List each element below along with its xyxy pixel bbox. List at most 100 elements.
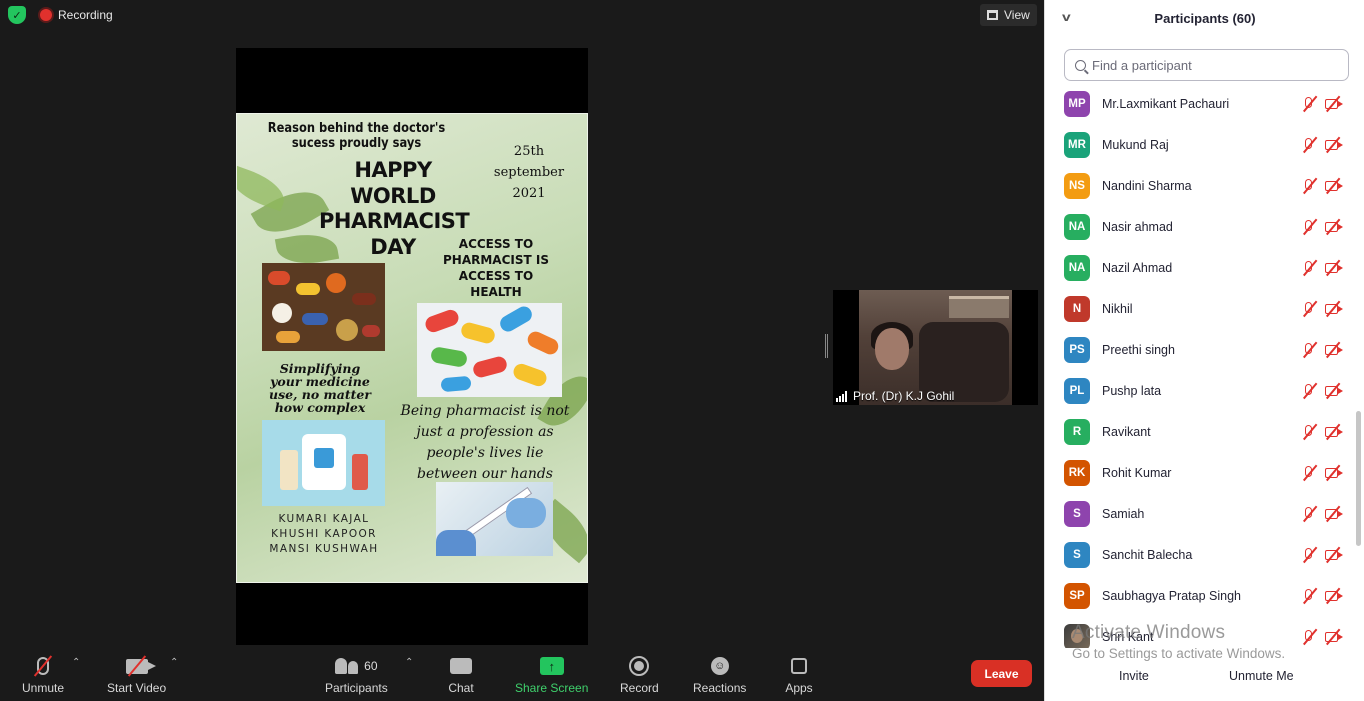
participant-row[interactable]: S Sanchit Balecha — [1045, 534, 1351, 575]
poster-author: KHUSHI KAPOOR — [271, 528, 377, 540]
participants-panel: v Participants (60) MP Mr.Laxmikant Pacha… — [1044, 0, 1364, 701]
participants-list[interactable]: MP Mr.Laxmikant Pachauri MR Mukund Raj NS Nan… — [1045, 83, 1351, 648]
reactions-button[interactable]: ☺ Reactions — [693, 653, 746, 695]
grid-view-icon — [987, 10, 998, 20]
participant-row[interactable]: NA Nazil Ahmad — [1045, 247, 1351, 288]
meeting-stage: ✓ Recording View Reason behind the docto… — [0, 0, 1044, 701]
collapse-chevron-icon[interactable]: v — [1062, 10, 1071, 24]
participant-avatar — [1064, 623, 1090, 648]
participant-row[interactable]: MR Mukund Raj — [1045, 124, 1351, 165]
signal-strength-icon — [836, 390, 847, 402]
poster-headline-line: WORLD — [350, 183, 436, 208]
muted-microphone-icon — [1301, 587, 1318, 604]
muted-microphone-icon — [1301, 505, 1318, 522]
share-screen-label: Share Screen — [515, 681, 589, 695]
participants-label: Participants — [325, 681, 388, 695]
chat-button[interactable]: Chat — [448, 653, 474, 695]
encryption-shield-icon[interactable]: ✓ — [8, 6, 26, 24]
participants-icon — [335, 658, 359, 674]
participant-avatar: MP — [1064, 90, 1090, 117]
participant-name: Nandini Sharma — [1102, 178, 1192, 193]
person-face — [875, 328, 909, 370]
participant-avatar: R — [1064, 418, 1090, 445]
pharmacist-day-poster: Reason behind the doctor's sucess proudl… — [236, 113, 588, 583]
participant-search-input[interactable] — [1092, 57, 1332, 73]
video-options-chevron-icon[interactable]: ⌃ — [170, 657, 178, 668]
participants-panel-title: Participants (60) — [1154, 10, 1256, 26]
video-off-icon — [1324, 546, 1344, 563]
participant-row[interactable]: NA Nasir ahmad — [1045, 206, 1351, 247]
participant-row[interactable]: N Nikhil — [1045, 288, 1351, 329]
poster-simplify-text: Simplifying your medicine use, no matter… — [261, 362, 379, 414]
participant-row[interactable]: Shri Kant — [1045, 616, 1351, 648]
video-off-icon — [1324, 423, 1344, 440]
view-button[interactable]: View — [980, 4, 1037, 26]
audio-options-chevron-icon[interactable]: ⌃ — [72, 657, 80, 668]
start-video-label: Start Video — [107, 681, 167, 695]
share-screen-button[interactable]: ↑ Share Screen — [515, 653, 588, 695]
poster-quote: Being pharmacist is not just a professio… — [397, 401, 573, 485]
muted-microphone-icon — [1301, 423, 1318, 440]
poster-access-line: ACCESS TO — [458, 269, 534, 283]
participant-search[interactable] — [1064, 49, 1349, 81]
participant-row[interactable]: NS Nandini Sharma — [1045, 165, 1351, 206]
recording-dot-icon — [40, 9, 52, 21]
participant-row[interactable]: MP Mr.Laxmikant Pachauri — [1045, 83, 1351, 124]
participants-panel-footer: Invite Unmute Me — [1045, 661, 1364, 701]
poster-authors: KUMARI KAJAL KHUSHI KAPOOR MANSI KUSHWAH — [261, 512, 387, 557]
poster-access-text: ACCESS TO PHARMACIST IS ACCESS TO HEALTH — [443, 236, 549, 300]
participant-avatar: S — [1064, 541, 1090, 568]
invite-button[interactable]: Invite — [1111, 664, 1157, 688]
participants-button[interactable]: 60 Participants — [325, 653, 388, 695]
participants-scrollbar[interactable] — [1355, 86, 1361, 646]
apps-button[interactable]: Apps — [785, 653, 813, 695]
participants-panel-header: v Participants (60) — [1045, 0, 1364, 36]
poster-access-line: HEALTH — [470, 285, 522, 299]
video-off-icon — [1324, 505, 1344, 522]
view-label: View — [1004, 8, 1030, 22]
smiley-plus-icon: ☺ — [710, 657, 729, 675]
participants-options-chevron-icon[interactable]: ⌃ — [405, 657, 413, 668]
poster-author: KUMARI KAJAL — [278, 513, 370, 525]
shared-screen: Reason behind the doctor's sucess proudl… — [236, 48, 588, 647]
poster-simplify-line: how complex — [274, 400, 366, 415]
participant-avatar: S — [1064, 500, 1090, 527]
thumbnail-drag-handle[interactable] — [825, 334, 828, 358]
unmute-me-button[interactable]: Unmute Me — [1221, 664, 1302, 688]
participant-avatar: NA — [1064, 213, 1090, 240]
start-video-button[interactable]: Start Video — [107, 653, 166, 695]
participant-row[interactable]: RK Rohit Kumar — [1045, 452, 1351, 493]
medicine-illustration — [262, 420, 385, 506]
participant-video-thumbnail[interactable]: Prof. (Dr) K.J Gohil — [833, 290, 1038, 405]
recording-indicator[interactable]: Recording — [40, 8, 113, 22]
scrollbar-thumb[interactable] — [1356, 411, 1361, 546]
poster-quote-line: people's lives lie — [426, 445, 544, 461]
record-button[interactable]: Record — [620, 653, 659, 695]
participant-name: Preethi singh — [1102, 342, 1175, 357]
participant-name: Ravikant — [1102, 424, 1151, 439]
muted-microphone-icon — [1301, 464, 1318, 481]
participant-avatar: N — [1064, 295, 1090, 322]
poster-date-line: september — [493, 165, 565, 180]
muted-microphone-icon — [1301, 218, 1318, 235]
pills-photo-1 — [262, 263, 385, 351]
participant-row[interactable]: SP Saubhagya Pratap Singh — [1045, 575, 1351, 616]
pills-photo-2 — [417, 303, 562, 397]
search-icon — [1075, 59, 1086, 71]
participant-video — [859, 290, 1012, 405]
participant-row[interactable]: PL Pushp lata — [1045, 370, 1351, 411]
participant-row[interactable]: R Ravikant — [1045, 411, 1351, 452]
leave-button[interactable]: Leave — [971, 660, 1032, 687]
participants-count: 60 — [364, 659, 378, 673]
video-off-icon — [1324, 464, 1344, 481]
video-off-icon — [1324, 628, 1344, 645]
poster-date-line: 2021 — [512, 186, 546, 201]
participant-row[interactable]: S Samiah — [1045, 493, 1351, 534]
poster-access-line: PHARMACIST IS — [443, 253, 549, 267]
video-off-icon — [1324, 259, 1344, 276]
participant-row[interactable]: PS Preethi singh — [1045, 329, 1351, 370]
muted-microphone-icon — [1301, 259, 1318, 276]
unmute-button[interactable]: Unmute — [22, 653, 64, 695]
unmute-label: Unmute — [22, 681, 65, 695]
participant-avatar: PL — [1064, 377, 1090, 404]
